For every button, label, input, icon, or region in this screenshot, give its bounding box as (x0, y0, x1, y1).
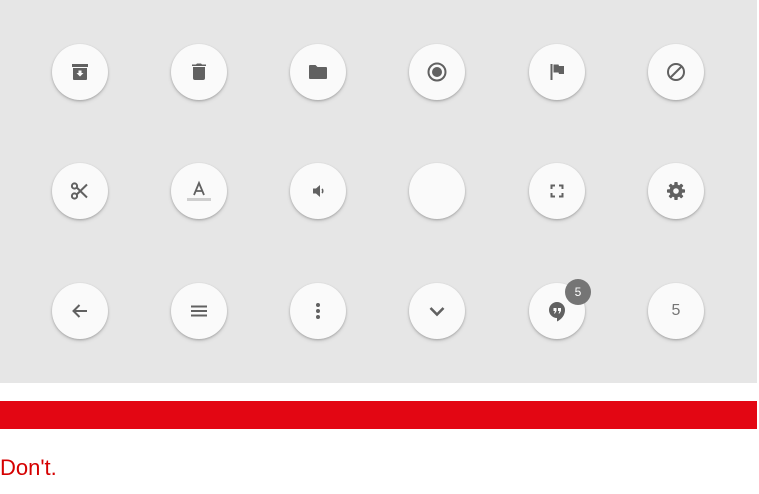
delete-button[interactable] (171, 44, 227, 100)
chevron-down-icon (429, 307, 445, 317)
flag-icon (550, 64, 564, 80)
volume-icon (313, 185, 324, 197)
folder-icon (309, 65, 327, 79)
gear-icon (667, 182, 685, 200)
text-color-button[interactable] (171, 163, 227, 219)
archive-button[interactable] (52, 44, 108, 100)
block-icon (667, 63, 685, 81)
empty-button[interactable] (409, 163, 465, 219)
more-vertical-icon (316, 303, 320, 319)
archive-icon (72, 64, 88, 80)
radio-record-icon (427, 62, 447, 82)
expand-button[interactable] (409, 283, 465, 339)
number-button-label: 5 (671, 302, 681, 319)
fullscreen-button[interactable] (529, 163, 585, 219)
record-button[interactable] (409, 44, 465, 100)
menu-button[interactable] (171, 283, 227, 339)
format-color-text-icon (187, 180, 211, 201)
folder-button[interactable] (290, 44, 346, 100)
scissors-icon (70, 182, 88, 200)
trash-icon (192, 63, 206, 80)
hangouts-icon (549, 302, 565, 322)
settings-button[interactable] (648, 163, 704, 219)
button-showcase-panel: 5 5 (0, 0, 757, 383)
notification-badge: 5 (565, 279, 591, 305)
flag-button[interactable] (529, 44, 585, 100)
more-button[interactable] (290, 283, 346, 339)
red-divider-bar (0, 401, 757, 429)
dont-caption: Don't. (0, 455, 57, 480)
back-button[interactable] (52, 283, 108, 339)
cut-button[interactable] (52, 163, 108, 219)
arrow-back-icon (72, 304, 87, 318)
menu-icon (191, 305, 207, 317)
number-button[interactable]: 5 (648, 283, 704, 339)
fullscreen-icon (550, 184, 564, 198)
volume-button[interactable] (290, 163, 346, 219)
block-button[interactable] (648, 44, 704, 100)
